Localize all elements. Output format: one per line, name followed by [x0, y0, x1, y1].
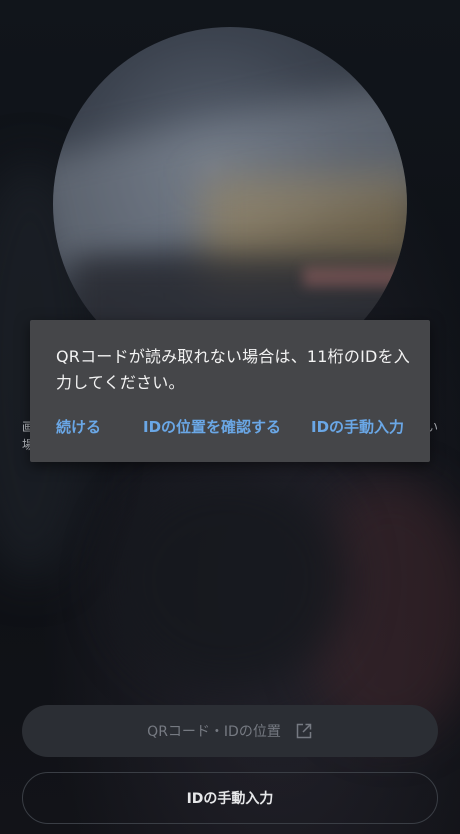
qr-id-location-button[interactable]: QRコード・IDの位置 — [22, 705, 438, 757]
qr-scanner-screen: 画 場 い QRコードが読み取れない場合は、11桁のIDを入力してください。 続… — [0, 0, 460, 834]
qr-unreadable-dialog: QRコードが読み取れない場合は、11桁のIDを入力してください。 続ける IDの… — [30, 320, 430, 462]
dialog-message: QRコードが読み取れない場合は、11桁のIDを入力してください。 — [56, 347, 410, 392]
camera-background-blur — [110, 470, 350, 690]
qr-id-location-label: QRコード・IDの位置 — [147, 724, 281, 740]
manual-id-entry-button[interactable]: IDの手動入力 — [311, 416, 404, 438]
check-id-location-button[interactable]: IDの位置を確認する — [143, 416, 281, 438]
continue-button[interactable]: 続ける — [56, 416, 101, 438]
manual-id-entry-bottom-button[interactable]: IDの手動入力 — [22, 772, 438, 824]
manual-id-entry-label: IDの手動入力 — [186, 791, 274, 807]
camera-preview-blur — [303, 267, 407, 287]
external-link-icon — [295, 722, 313, 740]
dialog-actions: 続ける IDの位置を確認する IDの手動入力 — [30, 416, 430, 446]
